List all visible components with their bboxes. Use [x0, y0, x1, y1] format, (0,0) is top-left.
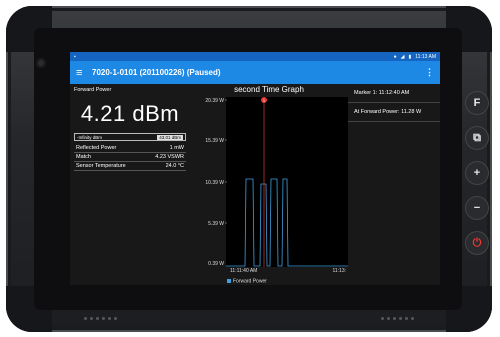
metric-name: Sensor Temperature — [76, 163, 126, 169]
readout-label: Forward Power — [74, 87, 112, 93]
location-icon: ● — [393, 53, 397, 60]
device-screen: ▪ ● ◢ ▮ 11:13 AM ≡ 7020-1-0101 (20110022… — [70, 52, 440, 285]
volume-down-button[interactable]: − — [466, 197, 488, 219]
marker-time: Marker 1: 11:12:40 AM — [348, 84, 440, 103]
y-tick-label: 0.39 W — [208, 261, 224, 267]
x-tick-label: 11:11:40 AM — [230, 268, 257, 274]
range-max: 43.01 dBm — [157, 134, 183, 140]
power-value: 4.21 dBm — [80, 101, 180, 126]
y-tick-label: 10.39 W — [205, 180, 224, 186]
windows-button[interactable]: ⧉ — [466, 127, 488, 149]
camera-icon — [36, 58, 46, 68]
y-tick-label: 15.39 W — [205, 138, 224, 144]
metric-row: Match 4.23 VSWR — [74, 153, 186, 162]
y-tick-label: 5.39 W — [208, 221, 224, 227]
function-button[interactable]: F — [466, 92, 488, 114]
x-tick-label: 11:13: — [332, 268, 346, 274]
metric-value: 24.0 °C — [165, 163, 184, 169]
sim-card-icon: ▪ — [74, 53, 76, 60]
legend-label: Forward Power — [233, 279, 267, 285]
metric-row: Sensor Temperature 24.0 °C — [74, 162, 186, 171]
range-bar: -Infinity dBm 43.01 dBm — [74, 133, 186, 141]
time-graph[interactable]: 20.39 W 15.39 W 10.39 W 5.39 W 0.39 W 1 … — [190, 84, 348, 285]
app-bar: ≡ 7020-1-0101 (201100226) (Paused) ⋮ — [70, 61, 440, 84]
main-content: Forward Power 4.21 dBm -Infinity dBm 43.… — [70, 84, 440, 285]
hamburger-menu-icon[interactable]: ≡ — [76, 67, 92, 79]
metric-name: Reflected Power — [76, 145, 117, 151]
signal-icon: ◢ — [400, 53, 405, 60]
marker-info-panel: Marker 1: 11:12:40 AM At Forward Power: … — [348, 84, 440, 285]
time-graph-panel: second Time Graph 20.39 W 15.39 W 10.39 … — [190, 84, 348, 285]
volume-up-button[interactable]: + — [466, 162, 488, 184]
metric-value: 4.23 VSWR — [155, 154, 184, 160]
power-readout-panel: Forward Power 4.21 dBm -Infinity dBm 43.… — [70, 84, 190, 285]
legend-swatch — [227, 279, 231, 283]
range-min: -Infinity dBm — [77, 134, 103, 140]
y-tick-label: 20.39 W — [205, 98, 224, 104]
marker-power: At Forward Power: 11.28 W — [348, 103, 440, 122]
speaker-grille — [84, 317, 117, 320]
metric-name: Match — [76, 154, 91, 160]
battery-icon: ▮ — [408, 53, 412, 60]
power-button[interactable]: ⏻ — [466, 232, 488, 254]
status-time: 11:13 AM — [415, 53, 436, 60]
overflow-menu-icon[interactable]: ⋮ — [425, 67, 434, 78]
side-button-column: F ⧉ + − ⏻ — [466, 92, 488, 254]
metric-row: Reflected Power 1 mW — [74, 144, 186, 153]
metric-value: 1 mW — [169, 145, 184, 151]
app-title: 7020-1-0101 (201100226) (Paused) — [92, 68, 221, 77]
speaker-grille — [381, 317, 414, 320]
status-bar: ▪ ● ◢ ▮ 11:13 AM — [70, 52, 440, 61]
